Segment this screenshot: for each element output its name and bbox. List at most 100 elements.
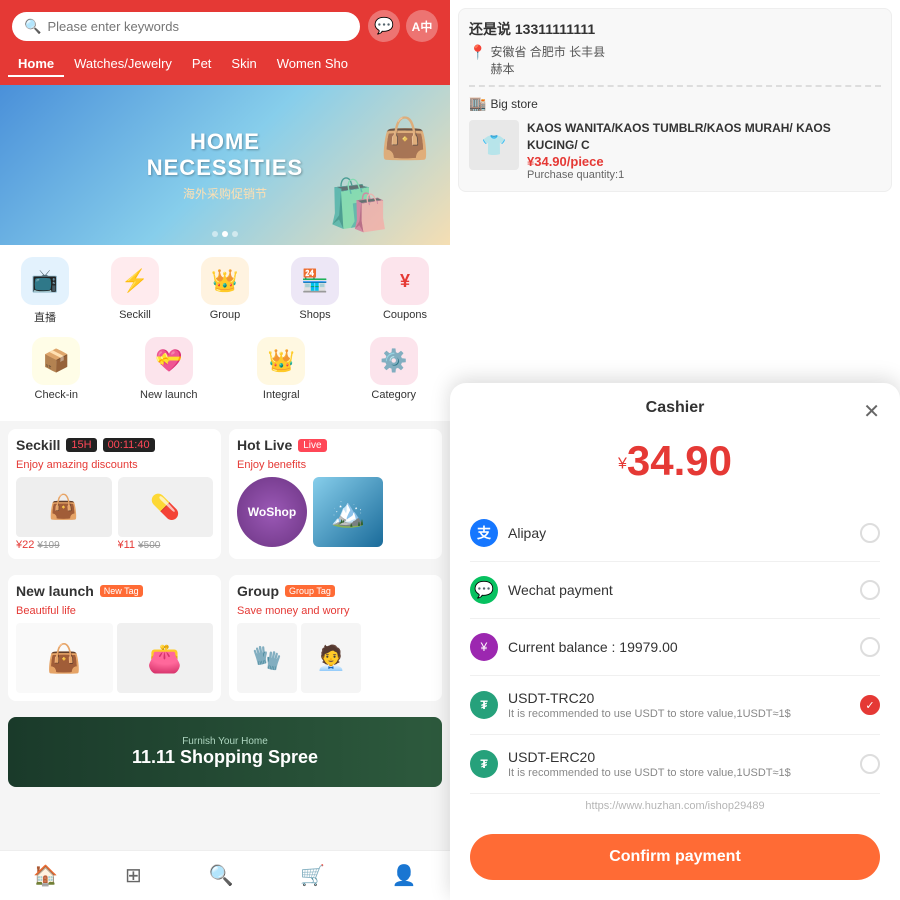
usdt-erc20-sublabel: It is recommended to use USDT to store v… <box>508 767 860 779</box>
hot-live-badge: Live <box>298 439 326 452</box>
usdt-trc20-radio[interactable] <box>860 695 880 715</box>
bottom-nav: 🏠 ⊞ 🔍 🛒 👤 <box>0 850 450 900</box>
order-divider <box>469 85 881 87</box>
alipay-radio[interactable] <box>860 523 880 543</box>
woshop-item[interactable]: WoShop <box>237 477 307 547</box>
address-line1: 安徽省 合肥市 长丰县 <box>490 43 605 60</box>
icon-integral[interactable]: 👑 Integral <box>241 337 321 401</box>
right-panel: 还是说 13311111111 📍 安徽省 合肥市 长丰县 赫本 🏬 Big s… <box>450 0 900 900</box>
seckill-product-2[interactable]: 💊 ¥11 ¥500 <box>118 477 214 551</box>
usdt-erc20-radio[interactable] <box>860 754 880 774</box>
usdt-trc20-label: USDT-TRC20 <box>508 690 860 706</box>
group-products: 🧤 🧑‍💼 <box>237 623 434 693</box>
wechat-label: Wechat payment <box>508 582 860 598</box>
new-launch-label: New launch <box>140 389 197 401</box>
live-img-item[interactable]: 🏔️ <box>313 477 383 547</box>
banner-person-icon: 🛍️ <box>328 176 390 235</box>
cashier-title: Cashier <box>646 399 705 417</box>
order-card: 还是说 13311111111 📍 安徽省 合肥市 长丰县 赫本 🏬 Big s… <box>458 8 892 192</box>
payment-alipay[interactable]: 支 Alipay <box>470 505 880 562</box>
nav-profile[interactable]: 👤 <box>392 863 417 888</box>
translate-btn[interactable]: A中 <box>406 10 438 42</box>
icon-category[interactable]: ⚙️ Category <box>354 337 434 401</box>
new-launch-card-header: New launch New Tag <box>16 583 213 599</box>
nl-product-2[interactable]: 👛 <box>117 623 214 693</box>
group-card-header: Group Group Tag <box>237 583 434 599</box>
newlaunch-group-row: New launch New Tag Beautiful life 👜 👛 Gr… <box>0 567 450 709</box>
nav-home[interactable]: 🏠 <box>33 863 58 888</box>
new-launch-subtitle: Beautiful life <box>16 605 213 617</box>
search-actions: 💬 A中 <box>368 10 438 42</box>
cashier-modal: Cashier ✕ ¥34.90 支 Alipay 💬 Wechat payme… <box>450 383 900 900</box>
balance-label: Current balance : 19979.00 <box>508 639 860 655</box>
product-qty: Purchase quantity:1 <box>527 169 881 181</box>
category-icon: ⚙️ <box>370 337 418 385</box>
amount-currency: ¥ <box>618 456 627 473</box>
group-icon: 👑 <box>201 257 249 305</box>
icon-coupons[interactable]: ¥ Coupons <box>365 257 445 325</box>
seckill-subtitle: Enjoy amazing discounts <box>16 459 213 471</box>
nl-product-1[interactable]: 👜 <box>16 623 113 693</box>
nav-grid[interactable]: ⊞ <box>125 863 142 888</box>
icon-seckill[interactable]: ⚡ Seckill <box>95 257 175 325</box>
live-label: 直播 <box>34 309 56 325</box>
confirm-payment-button[interactable]: Confirm payment <box>470 834 880 880</box>
balance-radio[interactable] <box>860 637 880 657</box>
live-img: 🏔️ <box>313 477 383 547</box>
icon-shops[interactable]: 🏪 Shops <box>275 257 355 325</box>
seckill-product-1[interactable]: 👜 ¥22 ¥109 <box>16 477 112 551</box>
usdt-erc20-label: USDT-ERC20 <box>508 749 860 765</box>
payment-wechat[interactable]: 💬 Wechat payment <box>470 562 880 619</box>
amount-value: 34.90 <box>627 437 732 484</box>
product-info-row: 👕 KAOS WANITA/KAOS TUMBLR/KAOS MURAH/ KA… <box>469 120 881 181</box>
banner-dot-3 <box>232 231 238 237</box>
alipay-label: Alipay <box>508 525 860 541</box>
seckill-product-2-img: 💊 <box>118 477 214 537</box>
tab-home[interactable]: Home <box>8 52 64 77</box>
icons-section: 📺 直播 ⚡ Seckill 👑 Group 🏪 Shops ¥ Co <box>0 245 450 421</box>
banner-dots <box>212 231 238 237</box>
usdt-trc20-info: USDT-TRC20 It is recommended to use USDT… <box>508 690 860 720</box>
nav-search[interactable]: 🔍 <box>208 863 233 888</box>
new-launch-card-title: New launch <box>16 583 94 599</box>
seckill-badge: 15H <box>66 438 96 452</box>
woshop-logo: WoShop <box>237 477 307 547</box>
store-icon: 🏬 <box>469 95 486 112</box>
wechat-radio[interactable] <box>860 580 880 600</box>
tab-pet[interactable]: Pet <box>182 52 222 77</box>
icon-new-launch[interactable]: 💝 New launch <box>129 337 209 401</box>
banner-bag-icon: 👜 <box>380 115 430 162</box>
gr-product-2[interactable]: 🧑‍💼 <box>301 623 361 693</box>
shops-label: Shops <box>299 309 330 321</box>
seckill-hotlive-row: Seckill 15H 00:11:40 Enjoy amazing disco… <box>0 421 450 567</box>
payment-usdt-erc20[interactable]: ₮ USDT-ERC20 It is recommended to use US… <box>470 735 880 794</box>
watermark: https://www.huzhan.com/ishop29489 <box>470 794 880 818</box>
icon-checkin[interactable]: 📦 Check-in <box>16 337 96 401</box>
chat-icon-btn[interactable]: 💬 <box>368 10 400 42</box>
icon-live[interactable]: 📺 直播 <box>5 257 85 325</box>
nav-cart[interactable]: 🛒 <box>300 863 325 888</box>
tab-watches[interactable]: Watches/Jewelry <box>64 52 182 77</box>
payment-balance[interactable]: ¥ Current balance : 19979.00 <box>470 619 880 676</box>
seckill-icon: ⚡ <box>111 257 159 305</box>
gr-product-1[interactable]: 🧤 <box>237 623 297 693</box>
usdt-erc20-icon: ₮ <box>470 750 498 778</box>
bottom-banner-text: Furnish Your Home 11.11 Shopping Spree <box>132 736 318 768</box>
cashier-close-button[interactable]: ✕ <box>863 399 880 424</box>
order-address: 📍 安徽省 合肥市 长丰县 赫本 <box>469 43 881 77</box>
icons-row-2: 📦 Check-in 💝 New launch 👑 Integral ⚙️ Ca… <box>0 337 450 401</box>
payment-usdt-trc20[interactable]: ₮ USDT-TRC20 It is recommended to use US… <box>470 676 880 735</box>
new-launch-icon: 💝 <box>145 337 193 385</box>
banner: HOME NECESSITIES 海外采购促销节 👜 🛍️ <box>0 85 450 245</box>
search-input[interactable] <box>47 19 348 34</box>
new-launch-card: New launch New Tag Beautiful life 👜 👛 <box>8 575 221 701</box>
tab-women[interactable]: Women Sho <box>267 52 358 77</box>
icon-group[interactable]: 👑 Group <box>185 257 265 325</box>
seckill-products: 👜 ¥22 ¥109 💊 ¥11 ¥500 <box>16 477 213 551</box>
cart-nav-icon: 🛒 <box>300 863 325 888</box>
new-launch-products: 👜 👛 <box>16 623 213 693</box>
search-wrapper[interactable]: 🔍 <box>12 12 360 41</box>
seckill-title: Seckill <box>16 437 60 453</box>
alipay-icon: 支 <box>470 519 498 547</box>
tab-skin[interactable]: Skin <box>221 52 266 77</box>
